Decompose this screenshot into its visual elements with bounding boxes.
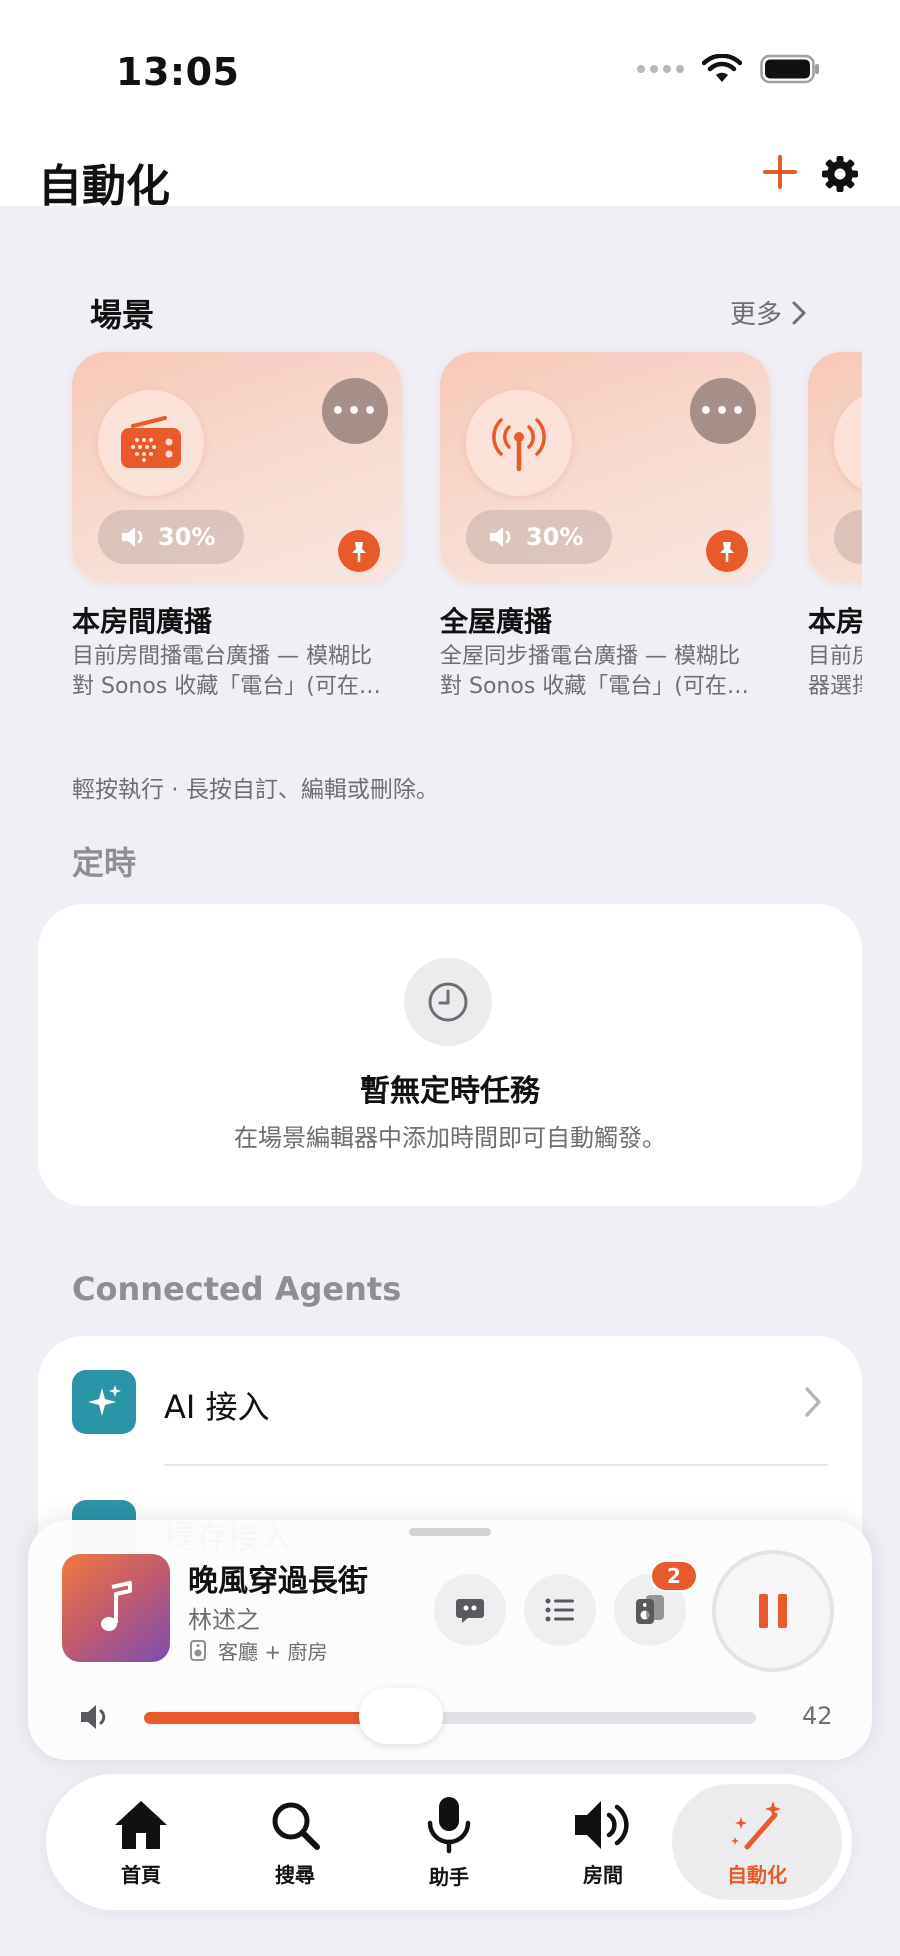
- speaker-icon: [575, 1800, 629, 1849]
- scene-more-button[interactable]: •••: [322, 378, 388, 444]
- scene-desc-line: 對 Sonos 收藏「電台」(可在…: [440, 674, 749, 699]
- status-time: 13:05: [116, 50, 240, 94]
- home-icon: [115, 1800, 167, 1849]
- album-art[interactable]: [62, 1554, 170, 1662]
- tab-label: 房間: [583, 1862, 623, 1887]
- pause-icon: [759, 1594, 787, 1628]
- tab-automation[interactable]: 自動化: [672, 1784, 842, 1900]
- scenes-section-title: 場景: [90, 296, 155, 334]
- add-automation-button[interactable]: [760, 152, 800, 192]
- scene-volume-value: 30%: [526, 523, 584, 551]
- track-artist: 林述之: [188, 1606, 260, 1634]
- speaker-count-badge: 2: [650, 1560, 698, 1592]
- scene-desc-line: 全屋同步播電台廣播 — 模糊比: [440, 644, 740, 669]
- tab-assistant[interactable]: 助手: [374, 1774, 524, 1910]
- schedule-section-title: 定時: [72, 844, 137, 882]
- magic-wand-icon: [731, 1800, 781, 1849]
- volume-value: 42: [802, 1702, 833, 1730]
- pause-button[interactable]: [712, 1550, 834, 1672]
- agent-item-ai-label[interactable]: AI 接入: [164, 1382, 270, 1428]
- schedule-empty-card: 暫無定時任務 在場景編輯器中添加時間即可自動觸發。: [38, 904, 862, 1206]
- scene-icon-wrap: [834, 390, 862, 496]
- sparkles-icon: [72, 1370, 136, 1434]
- settings-gear-icon[interactable]: [820, 154, 860, 194]
- scene-tile[interactable]: [808, 352, 862, 582]
- empty-state-subtitle: 在場景編輯器中添加時間即可自動觸發。: [234, 1124, 666, 1152]
- scene-desc-line: 對 Sonos 收藏「電台」(可在…: [72, 674, 381, 699]
- speakers-icon: [636, 1595, 664, 1624]
- scene-name: 本房: [808, 605, 862, 638]
- clock-icon: [404, 958, 492, 1046]
- tab-bar: 首頁 搜尋 助手 房間 自動化: [46, 1774, 852, 1910]
- scenes-more-link[interactable]: 更多: [730, 294, 806, 331]
- volume-icon: [81, 1705, 106, 1729]
- scene-tile[interactable]: ••• 30%: [72, 352, 402, 582]
- quote-bubble-icon: [456, 1599, 484, 1623]
- scenes-hint: 輕按執行 · 長按自訂、編輯或刪除。: [72, 777, 439, 803]
- tab-label: 首頁: [121, 1862, 161, 1887]
- volume-slider[interactable]: [144, 1688, 756, 1744]
- scene-more-button[interactable]: •••: [690, 378, 756, 444]
- mic-icon: [427, 1796, 471, 1853]
- mini-player[interactable]: 晚風穿過長街 林述之 客廳 + 廚房 2 42: [28, 1520, 872, 1760]
- battery-icon: [760, 54, 819, 84]
- track-rooms: 客廳 + 廚房: [188, 1636, 327, 1665]
- speaker-icon: [190, 1639, 206, 1661]
- scene-icon-wrap: [466, 390, 572, 496]
- tab-label: 搜尋: [275, 1862, 315, 1887]
- more-label: 更多: [730, 300, 783, 330]
- scene-volume-pill: 30%: [466, 510, 612, 564]
- track-title: 晚風穿過長街: [188, 1564, 368, 1599]
- cellular-signal-icon: [637, 65, 684, 73]
- list-icon: [545, 1598, 574, 1622]
- speaker-volume-icon: [122, 527, 143, 547]
- scene-desc-line: 器選擇: [808, 674, 862, 699]
- music-note-icon: [101, 1581, 132, 1631]
- scene-volume-pill: [834, 510, 862, 564]
- chevron-right-icon[interactable]: [804, 1386, 822, 1418]
- lyrics-button[interactable]: [434, 1574, 506, 1646]
- pin-icon: [338, 530, 380, 572]
- empty-state-title: 暫無定時任務: [360, 1074, 540, 1109]
- status-icons: [637, 54, 820, 84]
- scene-description: 目前房 器選擇: [808, 642, 862, 702]
- scene-description: 全屋同步播電台廣播 — 模糊比 對 Sonos 收藏「電台」(可在…: [440, 642, 770, 702]
- wifi-icon: [702, 54, 742, 82]
- volume-slider-thumb[interactable]: [359, 1688, 444, 1744]
- player-grab-handle[interactable]: [409, 1528, 491, 1536]
- radio-icon: [121, 416, 181, 468]
- scenes-carousel[interactable]: ••• 30% 本房間廣播 目前房間播電台廣播 — 模糊比 對 Sonos 收藏…: [40, 340, 862, 720]
- agents-section-title: Connected Agents: [72, 1270, 402, 1308]
- queue-button[interactable]: [524, 1574, 596, 1646]
- divider: [164, 1464, 828, 1466]
- tab-label: 助手: [429, 1864, 469, 1889]
- antenna-icon: [492, 418, 546, 472]
- page-title: 自動化: [38, 161, 170, 212]
- scene-desc-line: 目前房: [808, 644, 862, 669]
- scene-volume-value: 30%: [158, 523, 216, 551]
- scene-icon-wrap: [98, 390, 204, 496]
- tab-home[interactable]: 首頁: [66, 1774, 216, 1910]
- rooms-label: 客廳 + 廚房: [218, 1640, 328, 1664]
- chevron-right-icon: [792, 301, 806, 324]
- tab-label: 自動化: [727, 1862, 787, 1887]
- scene-name: 本房間廣播: [72, 605, 213, 638]
- scene-volume-pill: 30%: [98, 510, 244, 564]
- tab-rooms[interactable]: 房間: [528, 1774, 678, 1910]
- scene-tile[interactable]: ••• 30%: [440, 352, 770, 582]
- speaker-volume-icon: [490, 527, 511, 547]
- scene-name: 全屋廣播: [440, 605, 553, 638]
- scene-description: 目前房間播電台廣播 — 模糊比 對 Sonos 收藏「電台」(可在…: [72, 642, 402, 702]
- scene-desc-line: 目前房間播電台廣播 — 模糊比: [72, 644, 372, 669]
- search-icon: [272, 1802, 320, 1850]
- top-bar: 13:05 自動化: [0, 0, 900, 212]
- pin-icon: [706, 530, 748, 572]
- tab-search[interactable]: 搜尋: [220, 1774, 370, 1910]
